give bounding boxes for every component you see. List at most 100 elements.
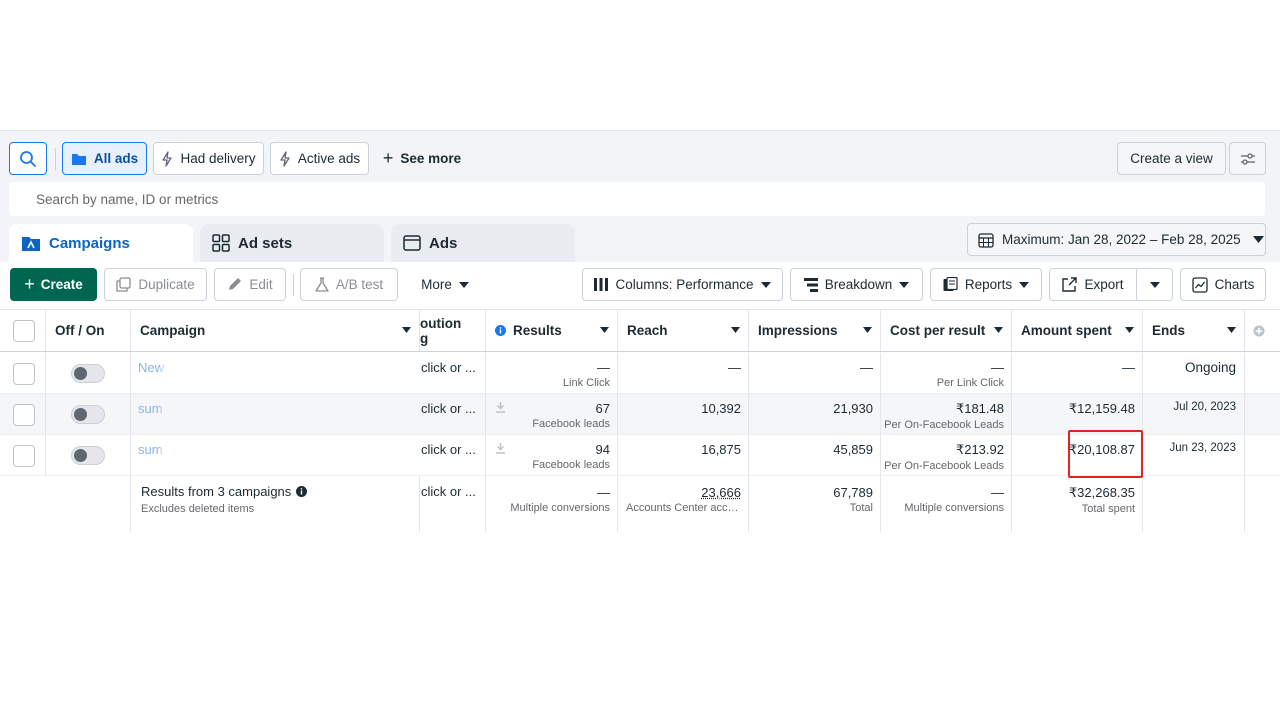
impressions-cell: 21,930 [749,394,881,434]
toggle-knob [74,408,87,421]
charts-button[interactable]: Charts [1180,268,1266,301]
header-ends[interactable]: Ends [1143,310,1245,351]
search-icon [20,150,36,167]
cost-sub: Per On-Facebook Leads [884,460,1004,472]
date-range-picker[interactable]: Maximum: Jan 28, 2022 – Feb 28, 2025 [967,223,1266,256]
search-input[interactable] [9,182,1265,216]
lightning-icon [280,150,290,167]
chevron-down-icon [1019,281,1030,288]
create-button[interactable]: + Create [10,268,97,301]
header-impressions[interactable]: Impressions [749,310,881,351]
tab-ads[interactable]: Ads [391,224,575,262]
header-amount-spent[interactable]: Amount spent [1012,310,1143,351]
cost-value: — [991,485,1004,500]
row-toggle-cell [46,435,131,475]
flask-icon [315,276,329,292]
tab-ad-sets[interactable]: Ad sets [200,224,384,262]
ab-test-button[interactable]: A/B test [300,268,398,301]
ends-cell [1143,476,1245,532]
impressions-value: — [860,360,873,375]
cost-value: — [991,360,1004,375]
all-ads-filter[interactable]: All ads [62,142,147,175]
campaigns-table: Off / On Campaign oution g Results Reach… [0,309,1280,532]
add-column-icon[interactable] [1253,325,1265,337]
campaign-name-link[interactable]: sum [138,442,163,457]
create-view-label: Create a view [1130,151,1213,166]
had-delivery-filter[interactable]: Had delivery [153,142,264,175]
chart-icon [1191,276,1208,293]
header-campaign[interactable]: Campaign [131,310,420,351]
header-attribution-line1: oution [420,315,462,331]
header-reach-label: Reach [627,323,668,338]
duplicate-button[interactable]: Duplicate [104,268,207,301]
header-select-cell [0,310,46,351]
reports-label: Reports [964,277,1013,292]
chevron-down-icon [1227,327,1236,333]
campaign-toggle[interactable] [71,446,105,465]
row-checkbox[interactable] [13,363,35,385]
table-row[interactable]: New click or ... — Link Click — — — Per Li… [0,353,1280,394]
see-more-button[interactable]: + See more [376,142,468,175]
reach-value[interactable]: 23,666 [618,485,741,500]
campaign-toggle[interactable] [71,405,105,424]
create-view-button[interactable]: Create a view [1117,142,1226,175]
chevron-down-icon [731,327,740,333]
summary-subtitle: Excludes deleted items [141,503,255,515]
header-cost-per-result[interactable]: Cost per result [881,310,1012,351]
breakdown-button[interactable]: Breakdown [790,268,923,301]
chevron-down-icon [1125,327,1134,333]
calendar-icon [978,232,994,248]
chevron-down-icon [600,327,609,333]
tab-campaigns[interactable]: Campaigns [9,224,193,262]
table-row[interactable]: sum click or ... 67 Facebook leads 10,392… [0,394,1280,435]
columns-button[interactable]: Columns: Performance [582,268,783,301]
header-attribution-line2: g [420,330,429,346]
edit-label: Edit [249,277,273,292]
spent-cell: ₹32,268.35 Total spent [1012,476,1143,532]
export-button[interactable]: Export [1049,268,1137,301]
cost-value: ₹181.48 [955,401,1004,416]
header-results[interactable]: Results [486,310,618,351]
filter-settings-button[interactable] [1229,142,1266,175]
reach-value: 10,392 [701,401,741,416]
spent-cell: ₹12,159.48 [1012,394,1143,434]
pencil-icon [229,278,242,290]
row-select-cell [0,394,46,434]
more-button[interactable]: More [408,268,482,301]
row-checkbox[interactable] [13,445,35,467]
duplicate-label: Duplicate [138,277,195,292]
duplicate-icon [116,277,132,292]
ends-value: Jun 23, 2023 [1169,442,1236,454]
chevron-down-icon [863,327,872,333]
edit-button[interactable]: Edit [214,268,286,301]
export-options-button[interactable] [1136,268,1173,301]
impressions-cell: 45,859 [749,435,881,475]
results-cell: 67 Facebook leads [486,394,618,434]
search-button[interactable] [9,142,47,175]
sliders-icon [1240,152,1255,165]
campaign-name-link[interactable]: sum [138,401,163,416]
header-off-on-label: Off / On [55,323,105,338]
info-icon[interactable] [296,486,308,497]
header-off-on[interactable]: Off / On [46,310,131,351]
header-campaign-label: Campaign [140,323,206,338]
header-reach[interactable]: Reach [618,310,749,351]
active-ads-label: Active ads [297,151,361,166]
chevron-down-icon [1149,281,1160,288]
spent-value: ₹12,159.48 [1068,401,1135,416]
reach-cell: 23,666 Accounts Center acco... [618,476,749,532]
attribution-value: click or ... [421,401,476,416]
date-range-label: Maximum: Jan 28, 2022 – Feb 28, 2025 [1002,232,1241,247]
spent-value: — [1122,360,1135,375]
active-ads-filter[interactable]: Active ads [270,142,369,175]
results-value: — [597,360,610,375]
campaign-toggle[interactable] [71,364,105,383]
header-impressions-label: Impressions [758,323,838,338]
select-all-checkbox[interactable] [13,320,35,342]
tab-campaigns-label: Campaigns [49,234,130,252]
impressions-cell: 67,789 Total [749,476,881,532]
row-checkbox[interactable] [13,404,35,426]
results-sub: Link Click [562,377,610,389]
reports-button[interactable]: Reports [930,268,1042,301]
header-attribution[interactable]: oution g [420,310,486,351]
